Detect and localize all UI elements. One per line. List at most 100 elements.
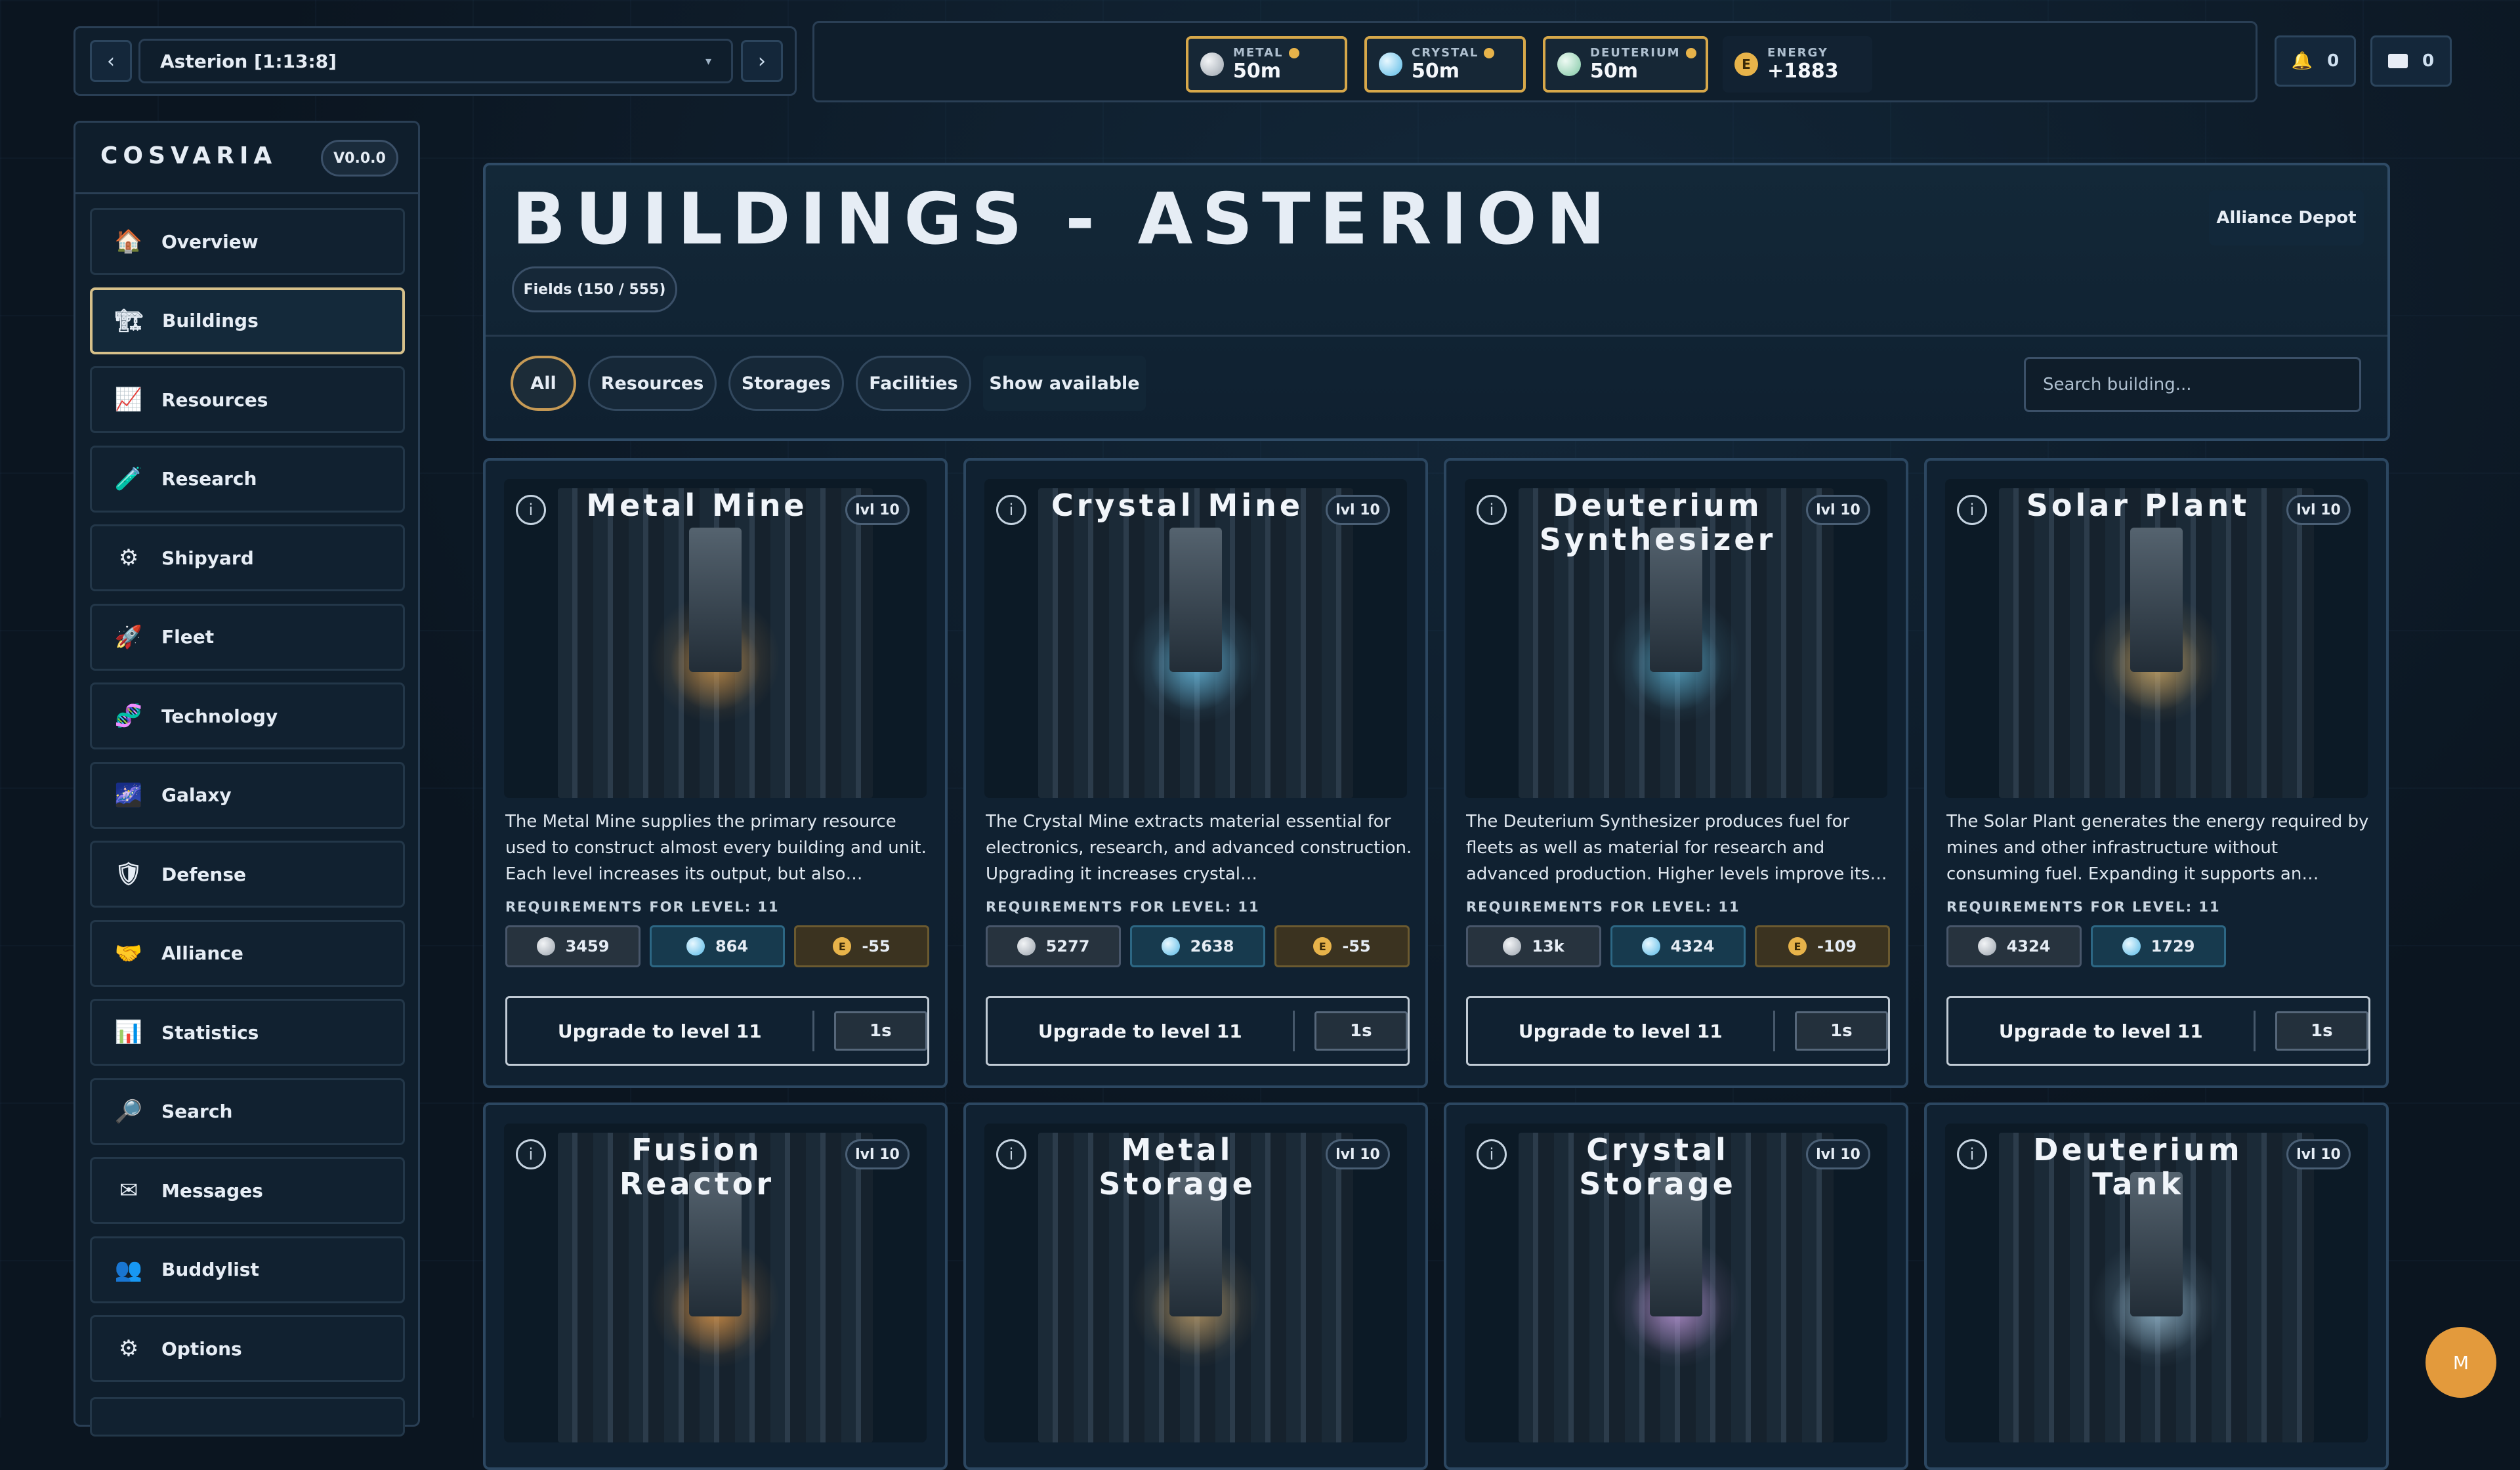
upgrade-time: 1s <box>833 1011 927 1051</box>
cost-value: 1729 <box>2151 937 2195 956</box>
metal-icon <box>1977 937 1996 956</box>
upgrade-time: 1s <box>1794 1011 1888 1051</box>
building-description: The Crystal Mine extracts material essen… <box>986 812 1412 884</box>
deuterium-label: DEUTERIUM <box>1590 46 1681 60</box>
upgrade-label: Upgrade to level 11 <box>557 1020 762 1042</box>
alliance-depot-button[interactable]: Alliance Depot <box>2209 190 2364 245</box>
cost-metal: 5277 <box>986 925 1121 967</box>
info-icon[interactable]: i <box>996 1139 1026 1169</box>
building-name: Fusion Reactor <box>619 1132 775 1202</box>
messages-button[interactable]: 0 <box>2370 35 2452 87</box>
sidebar-item-galaxy[interactable]: 🌌 Galaxy <box>90 761 405 829</box>
metal-orb-icon <box>1200 52 1224 76</box>
building-name: Deuterium Tank <box>2033 1132 2243 1202</box>
cost-metal: 13k <box>1466 925 1601 967</box>
building-card: i Deuterium Synthesizer lvl 10 The Deuteriu… <box>1444 458 1908 1088</box>
sidebar-item-label: Options <box>161 1337 242 1360</box>
info-icon[interactable]: i <box>1477 1139 1507 1169</box>
sidebar-item-defense[interactable]: 🛡 Defense <box>90 841 405 908</box>
sidebar-item-options[interactable]: ⚙ Options <box>90 1315 405 1382</box>
info-icon[interactable]: i <box>1957 1139 1987 1169</box>
artwork-structure <box>689 528 742 672</box>
upgrade-button[interactable]: Upgrade to level 11 1s <box>986 996 1410 1066</box>
building-description: The Metal Mine supplies the primary reso… <box>505 812 927 884</box>
sidebar-item-resources[interactable]: 📈 Resources <box>90 366 405 433</box>
upgrade-label: Upgrade to level 11 <box>1998 1020 2203 1042</box>
resource-energy[interactable]: E ENERGY +1883 <box>1723 36 1872 93</box>
sidebar-item-label: Overview <box>161 230 259 253</box>
status-dot-icon <box>1685 47 1696 58</box>
building-name: Metal Storage <box>1099 1132 1256 1202</box>
filter-resources[interactable]: Resources <box>588 356 717 411</box>
floating-action-button[interactable]: M <box>2426 1327 2496 1398</box>
upgrade-button[interactable]: Upgrade to level 11 1s <box>505 996 929 1066</box>
sidebar-item-search[interactable]: 🔎 Search <box>90 1078 405 1145</box>
building-image <box>984 479 1407 798</box>
cost-energy: E -55 <box>1274 925 1410 967</box>
sidebar-item-statistics[interactable]: 📊 Statistics <box>90 999 405 1066</box>
sidebar-item-label: Research <box>161 468 257 490</box>
cost-metal: 4324 <box>1946 925 2082 967</box>
alliance-icon: 🤝 <box>114 940 143 967</box>
planet-name: Asterion [1:13:8] <box>160 50 337 72</box>
building-card: i Deuterium Tank lvl 10 <box>1924 1102 2389 1470</box>
requirements-label: REQUIREMENTS FOR LEVEL: 11 <box>1466 899 1740 915</box>
resource-crystal[interactable]: CRYSTAL 50m <box>1364 36 1526 93</box>
metal-icon <box>1503 937 1522 956</box>
status-dot-icon <box>1288 47 1299 58</box>
cost-value: 5277 <box>1045 937 1090 956</box>
requirements-label: REQUIREMENTS FOR LEVEL: 11 <box>986 899 1260 915</box>
sidebar-item-alliance[interactable]: 🤝 Alliance <box>90 919 405 987</box>
cost-energy: E -55 <box>794 925 929 967</box>
sidebar: COSVARIA V0.0.0 🏠 Overview 🏗 Buildings 📈 Reso… <box>74 121 420 1437</box>
sidebar-item-label: Resources <box>161 388 268 411</box>
next-planet-button[interactable]: › <box>741 40 783 82</box>
defense-icon: 🛡 <box>114 861 143 887</box>
divider <box>75 192 418 194</box>
energy-icon: E <box>833 937 852 956</box>
divider <box>1773 1011 1775 1051</box>
metal-icon <box>536 937 555 956</box>
upgrade-button[interactable]: Upgrade to level 11 1s <box>1466 996 1890 1066</box>
crystal-value: 50m <box>1412 60 1460 83</box>
galaxy-icon: 🌌 <box>114 782 143 808</box>
sidebar-item-label: Technology <box>161 705 278 727</box>
level-badge: lvl 10 <box>2286 495 2351 525</box>
show-available-toggle[interactable]: Show available <box>983 356 1146 411</box>
sidebar-item-overview[interactable]: 🏠 Overview <box>90 208 405 275</box>
deuterium-orb-icon <box>1557 52 1581 76</box>
sidebar-item-messages[interactable]: ✉ Messages <box>90 1157 405 1224</box>
sidebar-item-buddylist[interactable]: 👥 Buddylist <box>90 1236 405 1303</box>
building-description: The Deuterium Synthesizer produces fuel … <box>1466 812 1887 884</box>
info-icon[interactable]: i <box>996 495 1026 525</box>
sidebar-item-research[interactable]: 🧪 Research <box>90 445 405 513</box>
building-name: Crystal Storage <box>1579 1132 1736 1202</box>
level-badge: lvl 10 <box>1806 495 1870 525</box>
filter-facilities[interactable]: Facilities <box>856 356 971 411</box>
notifications-button[interactable]: 🔔 0 <box>2275 35 2356 87</box>
sidebar-item-label: Messages <box>161 1179 263 1202</box>
search-building-input[interactable] <box>2024 357 2361 412</box>
sidebar-item-partial[interactable] <box>90 1397 405 1437</box>
filter-storages[interactable]: Storages <box>728 356 844 411</box>
info-icon[interactable]: i <box>516 1139 546 1169</box>
resource-deuterium[interactable]: DEUTERIUM 50m <box>1543 36 1708 93</box>
info-icon[interactable]: i <box>1957 495 1987 525</box>
sidebar-item-buildings[interactable]: 🏗 Buildings <box>90 287 405 354</box>
sidebar-item-fleet[interactable]: 🚀 Fleet <box>90 603 405 671</box>
planet-dropdown[interactable]: Asterion [1:13:8] ▾ <box>138 39 733 83</box>
info-icon[interactable]: i <box>1477 495 1507 525</box>
info-icon[interactable]: i <box>516 495 546 525</box>
resource-metal[interactable]: METAL 50m <box>1186 36 1347 93</box>
filter-all[interactable]: All <box>511 356 576 411</box>
sidebar-item-label: Search <box>161 1101 233 1122</box>
sidebar-item-technology[interactable]: 🧬 Technology <box>90 682 405 749</box>
upgrade-button[interactable]: Upgrade to level 11 1s <box>1946 996 2370 1066</box>
overview-icon: 🏠 <box>114 228 143 255</box>
previous-planet-button[interactable]: ‹ <box>90 40 132 82</box>
level-badge: lvl 10 <box>1806 1139 1870 1169</box>
cost-value: -55 <box>1342 937 1371 956</box>
cost-crystal: 4324 <box>1610 925 1746 967</box>
building-card: i Crystal Storage lvl 10 <box>1444 1102 1908 1470</box>
sidebar-item-shipyard[interactable]: ⚙ Shipyard <box>90 524 405 591</box>
